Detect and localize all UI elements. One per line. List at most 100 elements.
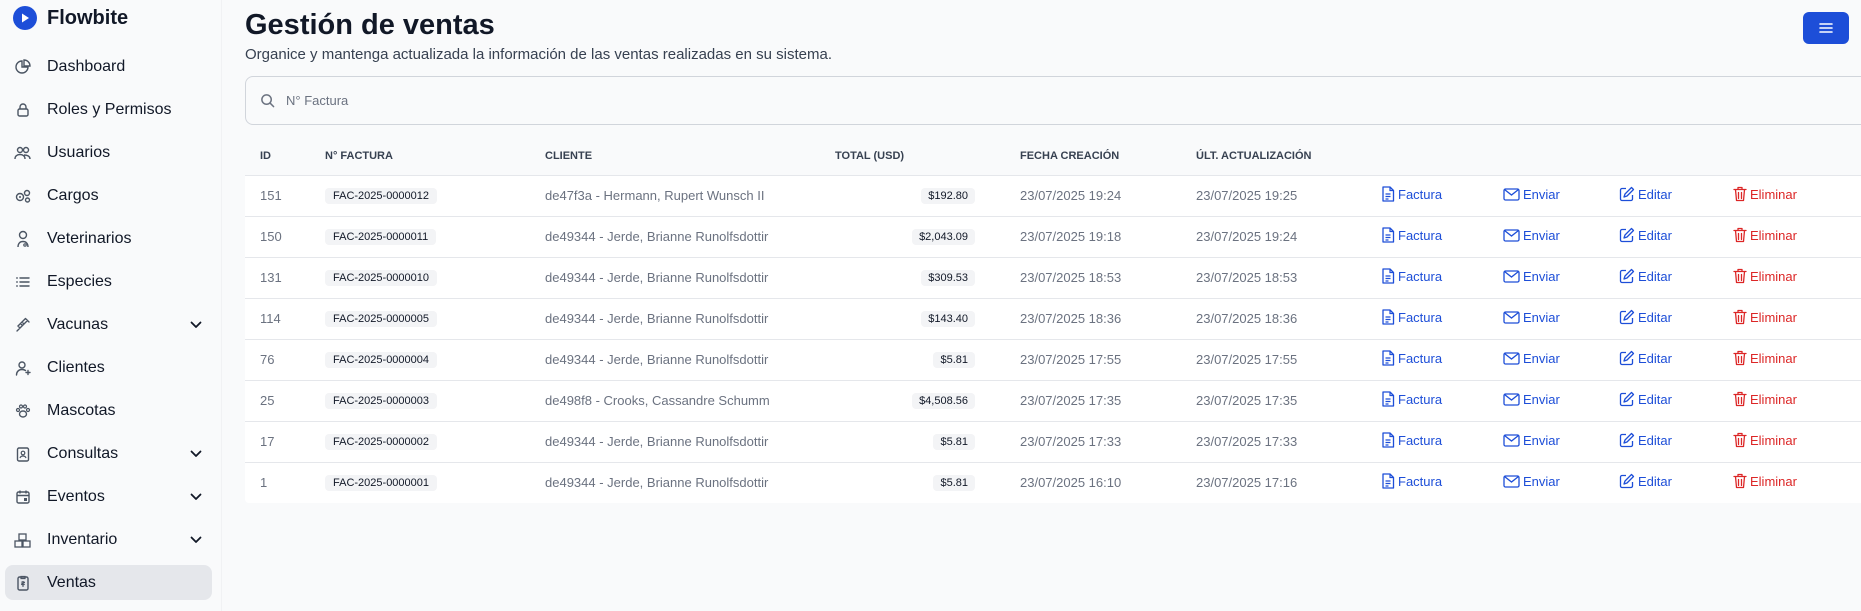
send-link[interactable]: Enviar [1503, 228, 1560, 243]
sidebar-item-especies[interactable]: Especies [5, 264, 212, 299]
invoice-link[interactable]: Factura [1381, 350, 1442, 366]
edit-link[interactable]: Editar [1619, 350, 1672, 366]
cell-cliente: de498f8 - Crooks, Cassandre Schumm [530, 379, 820, 421]
invoice-link[interactable]: Factura [1381, 309, 1442, 325]
column-header-total: Total (USD) [835, 150, 905, 163]
envelope-icon [1503, 188, 1523, 201]
sidebar-item-mascotas[interactable]: Mascotas [5, 393, 212, 428]
document-icon [1381, 186, 1398, 202]
document-icon [1381, 391, 1398, 407]
page-subtitle: Organice y mantenga actualizada la infor… [245, 46, 832, 63]
delete-link-label: Eliminar [1750, 309, 1797, 325]
cell-ult-actualizacion: 23/07/2025 18:53 [1181, 256, 1366, 298]
clipboard-user-icon [12, 443, 34, 465]
invoice-link-label: Factura [1398, 473, 1443, 489]
delete-link[interactable]: Eliminar [1733, 391, 1797, 407]
edit-link[interactable]: Editar [1619, 432, 1672, 448]
sidebar-item-label: Ventas [47, 573, 96, 591]
document-icon [1381, 268, 1398, 284]
invoice-number-badge: FAC-2025-0000002 [325, 434, 438, 450]
stethoscope-icon [12, 228, 34, 250]
trash-icon [1733, 268, 1750, 284]
boxes-icon [12, 529, 34, 551]
sidebar-item-consultas[interactable]: Consultas [5, 436, 212, 471]
edit-link[interactable]: Editar [1619, 391, 1672, 407]
envelope-icon [1503, 393, 1523, 406]
brand[interactable]: Flowbite [0, 1, 221, 35]
table-row: 76 FAC-2025-0000004 de49344 - Jerde, Brian… [245, 338, 1861, 380]
menu-button[interactable] [1803, 12, 1849, 44]
delete-link[interactable]: Eliminar [1733, 432, 1797, 448]
chevron-down-icon[interactable] [186, 444, 206, 464]
table-row: 25 FAC-2025-0000003 de498f8 - Crooks, Cass… [245, 379, 1861, 421]
invoice-link[interactable]: Factura [1381, 227, 1442, 243]
document-icon [1381, 227, 1398, 243]
envelope-icon [1503, 270, 1523, 283]
send-link[interactable]: Enviar [1503, 310, 1560, 325]
sidebar-item-clientes[interactable]: Clientes [5, 350, 212, 385]
delete-link[interactable]: Eliminar [1733, 350, 1797, 366]
delete-link[interactable]: Eliminar [1733, 309, 1797, 325]
cell-cliente: de49344 - Jerde, Brianne Runolfsdottir [530, 256, 820, 298]
delete-link[interactable]: Eliminar [1733, 227, 1797, 243]
sidebar-item-usuarios[interactable]: Usuarios [5, 135, 212, 170]
column-header-factura: N° Factura [325, 150, 393, 163]
search-input[interactable] [286, 93, 1749, 108]
table-row: 114 FAC-2025-0000005 de49344 - Jerde, Bria… [245, 297, 1861, 339]
sidebar-item-label: Especies [47, 272, 112, 290]
invoice-link[interactable]: Factura [1381, 473, 1442, 489]
edit-link[interactable]: Editar [1619, 268, 1672, 284]
sidebar-item-cargos[interactable]: Cargos [5, 178, 212, 213]
receipt-icon [12, 572, 34, 594]
invoice-number-badge: FAC-2025-0000005 [325, 311, 438, 327]
send-link[interactable]: Enviar [1503, 433, 1560, 448]
cell-id: 150 [245, 215, 310, 257]
edit-link[interactable]: Editar [1619, 309, 1672, 325]
table-row: 131 FAC-2025-0000010 de49344 - Jerde, Bria… [245, 256, 1861, 298]
send-link[interactable]: Enviar [1503, 392, 1560, 407]
delete-link[interactable]: Eliminar [1733, 186, 1797, 202]
chevron-down-icon[interactable] [186, 487, 206, 507]
sidebar-item-inventario[interactable]: Inventario [5, 522, 212, 557]
send-link[interactable]: Enviar [1503, 187, 1560, 202]
delete-link[interactable]: Eliminar [1733, 268, 1797, 284]
sidebar-item-label: Roles y Permisos [47, 100, 172, 118]
cell-id: 1 [245, 461, 310, 503]
total-badge: $192.80 [921, 188, 975, 204]
invoice-link-label: Factura [1398, 309, 1443, 325]
send-link[interactable]: Enviar [1503, 474, 1560, 489]
chevron-down-icon[interactable] [186, 530, 206, 550]
column-header-ult-actualizacion: Últ. Actualización [1196, 150, 1312, 163]
invoice-link[interactable]: Factura [1381, 432, 1442, 448]
sales-table: ID N° Factura Cliente Total (USD) Fecha … [245, 138, 1861, 503]
edit-link[interactable]: Editar [1619, 473, 1672, 489]
delete-link-label: Eliminar [1750, 227, 1797, 243]
pencil-square-icon [1619, 432, 1638, 448]
send-link[interactable]: Enviar [1503, 269, 1560, 284]
brand-name: Flowbite [47, 6, 129, 29]
sidebar-item-eventos[interactable]: Eventos [5, 479, 212, 514]
chevron-down-icon[interactable] [186, 315, 206, 335]
send-link[interactable]: Enviar [1503, 351, 1560, 366]
invoice-link-label: Factura [1398, 268, 1443, 284]
cell-ult-actualizacion: 23/07/2025 19:25 [1181, 174, 1366, 216]
edit-link-label: Editar [1638, 432, 1672, 448]
invoice-link[interactable]: Factura [1381, 186, 1442, 202]
page-title: Gestión de ventas [245, 9, 495, 41]
invoice-link[interactable]: Factura [1381, 268, 1442, 284]
delete-link[interactable]: Eliminar [1733, 473, 1797, 489]
edit-link[interactable]: Editar [1619, 227, 1672, 243]
sidebar-item-ventas[interactable]: Ventas [5, 565, 212, 600]
sidebar-item-label: Cargos [47, 186, 99, 204]
sidebar-item-dashboard[interactable]: Dashboard [5, 49, 212, 84]
table-row: 150 FAC-2025-0000011 de49344 - Jerde, Bria… [245, 215, 1861, 257]
invoice-link[interactable]: Factura [1381, 391, 1442, 407]
pencil-square-icon [1619, 350, 1638, 366]
sidebar-item-roles-y-permisos[interactable]: Roles y Permisos [5, 92, 212, 127]
sidebar-item-vacunas[interactable]: Vacunas [5, 307, 212, 342]
delete-link-label: Eliminar [1750, 473, 1797, 489]
edit-link[interactable]: Editar [1619, 186, 1672, 202]
sidebar-item-label: Vacunas [47, 315, 109, 333]
sidebar-item-veterinarios[interactable]: Veterinarios [5, 221, 212, 256]
flowbite-logo-icon [13, 6, 37, 30]
